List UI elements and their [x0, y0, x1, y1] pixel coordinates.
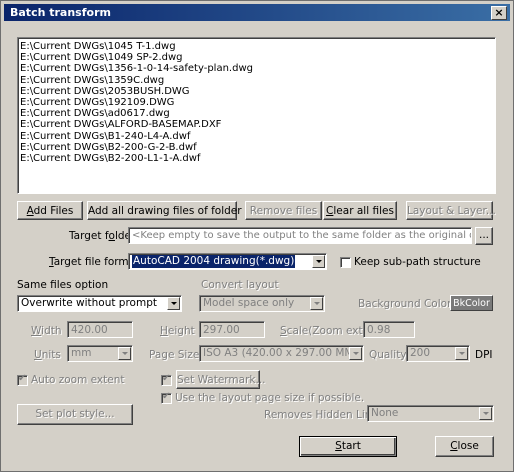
clear-all-files-button[interactable]: Clear all files	[323, 201, 397, 220]
close-icon[interactable]: ×	[491, 6, 507, 20]
width-label: Width	[31, 324, 62, 338]
units-select[interactable]: mm	[67, 345, 133, 362]
batch-transform-dialog: Batch transform × E:\Current DWGs\1045 T…	[0, 0, 514, 472]
hidden-line-label: Removes Hidden Line	[264, 409, 378, 421]
remove-files-button[interactable]: Remove files	[245, 201, 322, 220]
file-list-item[interactable]: E:\Current DWGs\2053BUSH.DWG	[18, 86, 495, 97]
file-list-item[interactable]: E:\Current DWGs\B2-200-G-2-B.dwf	[18, 142, 495, 153]
check-icon: ✔	[18, 373, 27, 384]
same-files-label: Same files option	[17, 279, 109, 291]
same-files-value: Overwrite without prompt	[21, 297, 157, 309]
file-list-item[interactable]: E:\Current DWGs\ALFORD-BASEMAP.DXF	[18, 119, 495, 130]
width-accel: W	[31, 325, 42, 337]
add-folder-button[interactable]: Add all drawing files of folder	[87, 201, 242, 220]
check-icon: ✔	[162, 391, 171, 402]
units-label: Units	[34, 348, 61, 362]
scale-accel: S	[280, 325, 287, 337]
target-format-select[interactable]: AutoCAD 2004 drawing(*.dwg)	[128, 253, 327, 270]
auto-zoom-checkbox[interactable]: ✔	[17, 373, 28, 386]
dpi-label: DPI	[475, 349, 493, 361]
use-layout-page-label: Use the layout page size if possible.	[175, 392, 365, 404]
height-label-text: eight	[167, 325, 195, 337]
same-files-select[interactable]: Overwrite without prompt	[17, 295, 182, 312]
layout-layer-button[interactable]: Layout & Layer...	[406, 201, 496, 220]
convert-layout-select[interactable]: Model space only	[199, 295, 325, 312]
chevron-down-icon[interactable]	[118, 347, 131, 360]
scale-input[interactable]: 0.98	[363, 321, 415, 338]
convert-layout-value: Model space only	[203, 297, 295, 309]
add-files-label: dd Files	[33, 205, 74, 217]
window-title: Batch transform	[10, 6, 111, 19]
check-icon: ✔	[162, 373, 171, 384]
width-input[interactable]: 420.00	[67, 321, 133, 338]
chevron-down-icon[interactable]	[310, 297, 323, 310]
set-watermark-button[interactable]: Set Watermark...	[176, 370, 266, 389]
convert-layout-label: Convert layout	[201, 279, 279, 291]
chevron-down-icon[interactable]	[455, 347, 468, 360]
add-files-button[interactable]: Add Files	[17, 201, 83, 220]
chevron-down-icon[interactable]	[479, 407, 492, 420]
file-list-item[interactable]: E:\Current DWGs\1045 T-1.dwg	[18, 41, 495, 52]
target-format-label-text: arget file format	[53, 256, 140, 268]
page-size-select[interactable]: ISO A3 (420.00 x 297.00 MM)	[199, 345, 364, 362]
keep-subpath-checkbox[interactable]	[340, 257, 351, 268]
units-value: mm	[71, 347, 92, 359]
use-layout-page-checkbox[interactable]: ✔	[161, 391, 172, 404]
target-folder-label-a: Target f	[69, 230, 109, 242]
title-bar[interactable]: Batch transform ×	[4, 4, 510, 21]
hidden-line-select[interactable]: None	[367, 405, 494, 422]
file-list-item[interactable]: E:\Current DWGs\ad0617.dwg	[18, 108, 495, 119]
chevron-down-icon[interactable]	[312, 255, 325, 268]
start-button[interactable]: Start	[299, 436, 397, 457]
start-label: tart	[341, 440, 361, 452]
page-size-value: ISO A3 (420.00 x 297.00 MM)	[203, 347, 358, 359]
quality-select[interactable]: 200	[406, 345, 470, 362]
width-label-text: idth	[41, 325, 62, 337]
target-format-value: AutoCAD 2004 drawing(*.dwg)	[132, 255, 296, 268]
file-list-item[interactable]: E:\Current DWGs\1049 SP-2.dwg	[18, 52, 495, 63]
target-format-label: Target file format	[49, 255, 139, 269]
chevron-down-icon[interactable]	[349, 347, 362, 360]
start-accel: S	[335, 440, 342, 452]
quality-label: Quality	[369, 349, 407, 361]
scale-label-text: cale(Zoom ext)	[286, 325, 367, 337]
file-list-item[interactable]: E:\Current DWGs\1359C.dwg	[18, 75, 495, 86]
quality-value: 200	[410, 347, 431, 359]
file-list-item[interactable]: E:\Current DWGs\B1-240-L4-A.dwf	[18, 131, 495, 142]
chevron-down-icon[interactable]	[167, 297, 180, 310]
auto-zoom-label: Auto zoom extent	[31, 374, 125, 386]
scale-label: Scale(Zoom ext)	[280, 324, 367, 338]
units-label-text: nits	[41, 349, 61, 361]
keep-subpath-label: Keep sub-path structure	[354, 256, 481, 268]
close-button[interactable]: Close	[435, 436, 494, 457]
hidden-line-value: None	[371, 407, 399, 419]
set-plot-style-button[interactable]: Set plot style...	[17, 404, 133, 425]
browse-folder-button[interactable]: ...	[475, 227, 493, 245]
height-input[interactable]: 297.00	[199, 321, 265, 338]
file-list-item[interactable]: E:\Current DWGs\B2-200-L1-1-A.dwf	[18, 153, 495, 164]
file-list[interactable]: E:\Current DWGs\1045 T-1.dwg E:\Current D…	[17, 37, 496, 194]
close-accel: C	[450, 440, 458, 452]
height-accel: H	[160, 325, 168, 337]
background-color-label: Background Color:	[358, 298, 455, 310]
bkcolor-button[interactable]: BkColor	[450, 295, 493, 311]
page-size-label: Page Size	[149, 349, 200, 361]
units-accel: U	[34, 349, 42, 361]
file-list-item[interactable]: E:\Current DWGs\192109.DWG	[18, 97, 495, 108]
clear-all-label: lear all files	[333, 205, 394, 217]
add-files-accel: A	[26, 205, 34, 217]
watermark-checkbox[interactable]: ✔	[161, 373, 172, 386]
target-folder-label: Target folder	[69, 229, 135, 243]
target-folder-input[interactable]: <Keep empty to save the output to the sa…	[128, 227, 472, 244]
height-label: Height	[160, 324, 195, 338]
file-list-item[interactable]: E:\Current DWGs\1356-1-0-14-safety-plan.…	[18, 63, 495, 74]
close-label: lose	[457, 440, 479, 452]
